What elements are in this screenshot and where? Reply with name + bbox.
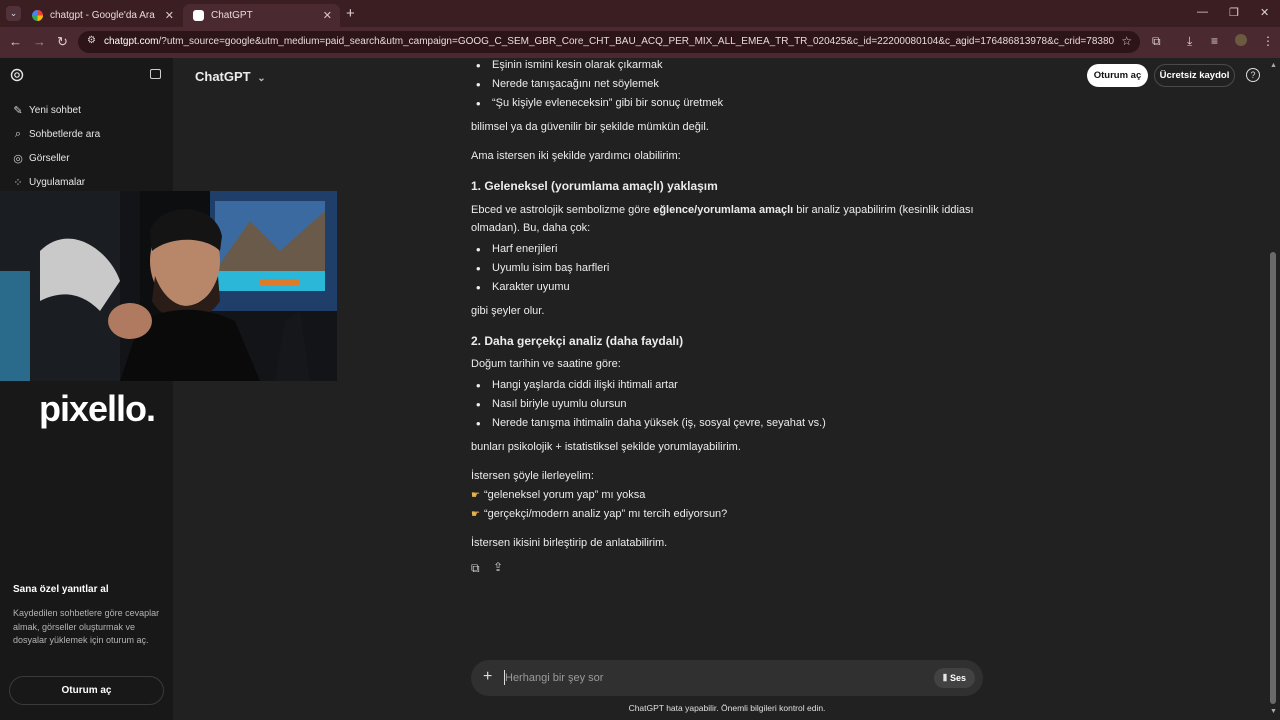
- tab-close-icon[interactable]: ✕: [323, 9, 332, 22]
- paragraph: bunları psikolojik + istatistiksel şekil…: [471, 441, 741, 453]
- paragraph: Doğum tarihin ve saatine göre:: [471, 358, 621, 370]
- paragraph: Ebced ve astrolojik sembolizme göre eğle…: [471, 204, 974, 216]
- section-heading: 2. Daha gerçekçi analiz (daha faydalı): [471, 334, 684, 348]
- waveform-icon: ⦀: [943, 673, 947, 683]
- pointing-hand-icon: ☛: [471, 509, 480, 520]
- address-bar[interactable]: ⚙ chatgpt.com/?utm_source=google&utm_med…: [78, 31, 1140, 53]
- model-name: ChatGPT: [195, 69, 251, 84]
- close-window-icon[interactable]: ✕: [1260, 6, 1269, 19]
- scrollbar-thumb[interactable]: [1270, 252, 1276, 704]
- help-icon[interactable]: ?: [1246, 68, 1260, 82]
- sidebar-item-label: Yeni sohbet: [29, 105, 81, 116]
- choice-item: ☛ “geleneksel yorum yap” mı yoksa: [471, 489, 646, 501]
- tab-title: chatgpt - Google'da Ara: [50, 10, 155, 21]
- paragraph: Ama istersen iki şekilde yardımcı olabil…: [471, 150, 681, 162]
- sidebar-login-button[interactable]: Oturum aç: [9, 676, 164, 705]
- list-item: Harf enerjileri: [476, 242, 558, 257]
- share-icon[interactable]: ⇪: [493, 560, 503, 574]
- list-item: Uyumlu isim baş harfleri: [476, 261, 609, 276]
- promo-title: Sana özel yanıtlar al: [13, 584, 109, 595]
- sidebar-item-label: Uygulamalar: [29, 177, 86, 188]
- list-item: Karakter uyumu: [476, 280, 570, 295]
- sidebar-item-search-chats[interactable]: ⌕ Sohbetlerde ara: [12, 128, 100, 141]
- copy-icon[interactable]: ⧉: [471, 561, 480, 576]
- browser-menu-icon[interactable]: ⋮: [1262, 34, 1274, 48]
- reload-icon[interactable]: ↻: [57, 34, 68, 50]
- toggle-sidebar-icon[interactable]: [150, 69, 161, 79]
- download-icon[interactable]: ⤓: [1187, 34, 1192, 49]
- login-button[interactable]: Oturum aç: [1087, 64, 1148, 87]
- voice-label: Ses: [949, 673, 966, 683]
- tab-search-icon[interactable]: ⌄: [6, 6, 21, 21]
- prompt-input[interactable]: Herhangi bir şey sor: [505, 672, 603, 684]
- back-icon[interactable]: ←: [9, 34, 22, 49]
- media-icon[interactable]: ≡: [1211, 34, 1218, 48]
- chevron-down-icon: ⌄: [257, 73, 266, 84]
- url-text: chatgpt.com/?utm_source=google&utm_mediu…: [104, 36, 1114, 47]
- paragraph: bilimsel ya da güvenilir bir şekilde müm…: [471, 121, 709, 133]
- restore-icon[interactable]: ❐: [1229, 6, 1239, 19]
- browser-tab-strip: ⌄ chatgpt - Google'da Ara ✕ ChatGPT ✕ + …: [0, 0, 1280, 27]
- webcam-video-image: [0, 191, 337, 381]
- list-item: Hangi yaşlarda ciddi ilişki ihtimali art…: [476, 378, 678, 393]
- new-tab-button[interactable]: +: [346, 5, 355, 22]
- sidebar-item-images[interactable]: ◎ Görseller: [12, 152, 70, 165]
- pixello-watermark: pixello.: [39, 388, 156, 429]
- webcam-overlay: [0, 191, 337, 381]
- apps-icon: ⁘: [13, 177, 23, 189]
- google-favicon-icon: [32, 10, 43, 21]
- site-info-icon[interactable]: ⚙: [87, 35, 96, 46]
- signup-button[interactable]: Ücretsiz kaydol: [1154, 64, 1235, 87]
- sidebar-item-label: Sohbetlerde ara: [29, 129, 101, 140]
- sidebar-item-new-chat[interactable]: ✎ Yeni sohbet: [12, 104, 81, 117]
- paragraph: olmadan). Bu, daha çok:: [471, 222, 591, 234]
- model-selector[interactable]: ChatGPT ⌄: [195, 69, 266, 84]
- search-icon: ⌕: [14, 128, 22, 140]
- composer: + Herhangi bir şey sor ⦀ Ses: [471, 660, 983, 696]
- sidebar-item-label: Görseller: [29, 153, 70, 164]
- bookmark-star-icon[interactable]: ☆: [1121, 34, 1132, 48]
- profile-avatar[interactable]: [1235, 34, 1247, 46]
- scroll-up-arrow-icon[interactable]: ▲: [1270, 62, 1277, 69]
- tab-title: ChatGPT: [211, 10, 253, 21]
- paragraph: İstersen ikisini birleştirip de anlatabi…: [471, 537, 668, 549]
- voice-button[interactable]: ⦀ Ses: [934, 668, 975, 688]
- browser-toolbar: ← → ↻ ⚙ chatgpt.com/?utm_source=google&u…: [0, 27, 1280, 58]
- extensions-icon[interactable]: ⧉: [1152, 34, 1161, 49]
- browser-tab-chatgpt[interactable]: ChatGPT ✕: [183, 4, 340, 27]
- paragraph: İstersen şöyle ilerleyelim:: [471, 470, 594, 482]
- tab-close-icon[interactable]: ✕: [165, 9, 174, 22]
- list-item: Nerede tanışacağını net söylemek: [476, 77, 659, 92]
- list-item: Nasıl biriyle uyumlu olursun: [476, 397, 626, 412]
- sidebar-item-apps[interactable]: ⁘ Uygulamalar: [12, 176, 85, 189]
- scroll-down-arrow-icon[interactable]: ▼: [1270, 708, 1277, 715]
- promo-body: Kaydedilen sohbetlere göre cevaplar alma…: [13, 608, 160, 645]
- minimize-icon[interactable]: —: [1197, 6, 1208, 18]
- edit-icon: ✎: [13, 105, 23, 117]
- add-attachment-icon[interactable]: +: [483, 668, 492, 686]
- choice-item: ☛ “gerçekçi/modern analiz yap” mı tercih …: [471, 508, 728, 520]
- list-item: Nerede tanışma ihtimalin daha yüksek (iş…: [476, 416, 826, 431]
- paragraph: gibi şeyler olur.: [471, 305, 545, 317]
- list-item: Eşinin ismini kesin olarak çıkarmak: [476, 58, 663, 73]
- browser-tab-google[interactable]: chatgpt - Google'da Ara ✕: [22, 4, 182, 27]
- chatgpt-favicon-icon: [193, 10, 204, 21]
- list-item: “Şu kişiyle evleneceksin” gibi bir sonuç…: [476, 96, 723, 111]
- forward-icon[interactable]: →: [33, 34, 46, 49]
- pointing-hand-icon: ☛: [471, 490, 480, 501]
- image-icon: ◎: [13, 153, 23, 165]
- section-heading: 1. Geleneksel (yorumlama amaçlı) yaklaşı…: [471, 179, 718, 193]
- disclaimer: ChatGPT hata yapabilir. Önemli bilgileri…: [628, 703, 826, 713]
- openai-logo-icon[interactable]: [10, 68, 24, 82]
